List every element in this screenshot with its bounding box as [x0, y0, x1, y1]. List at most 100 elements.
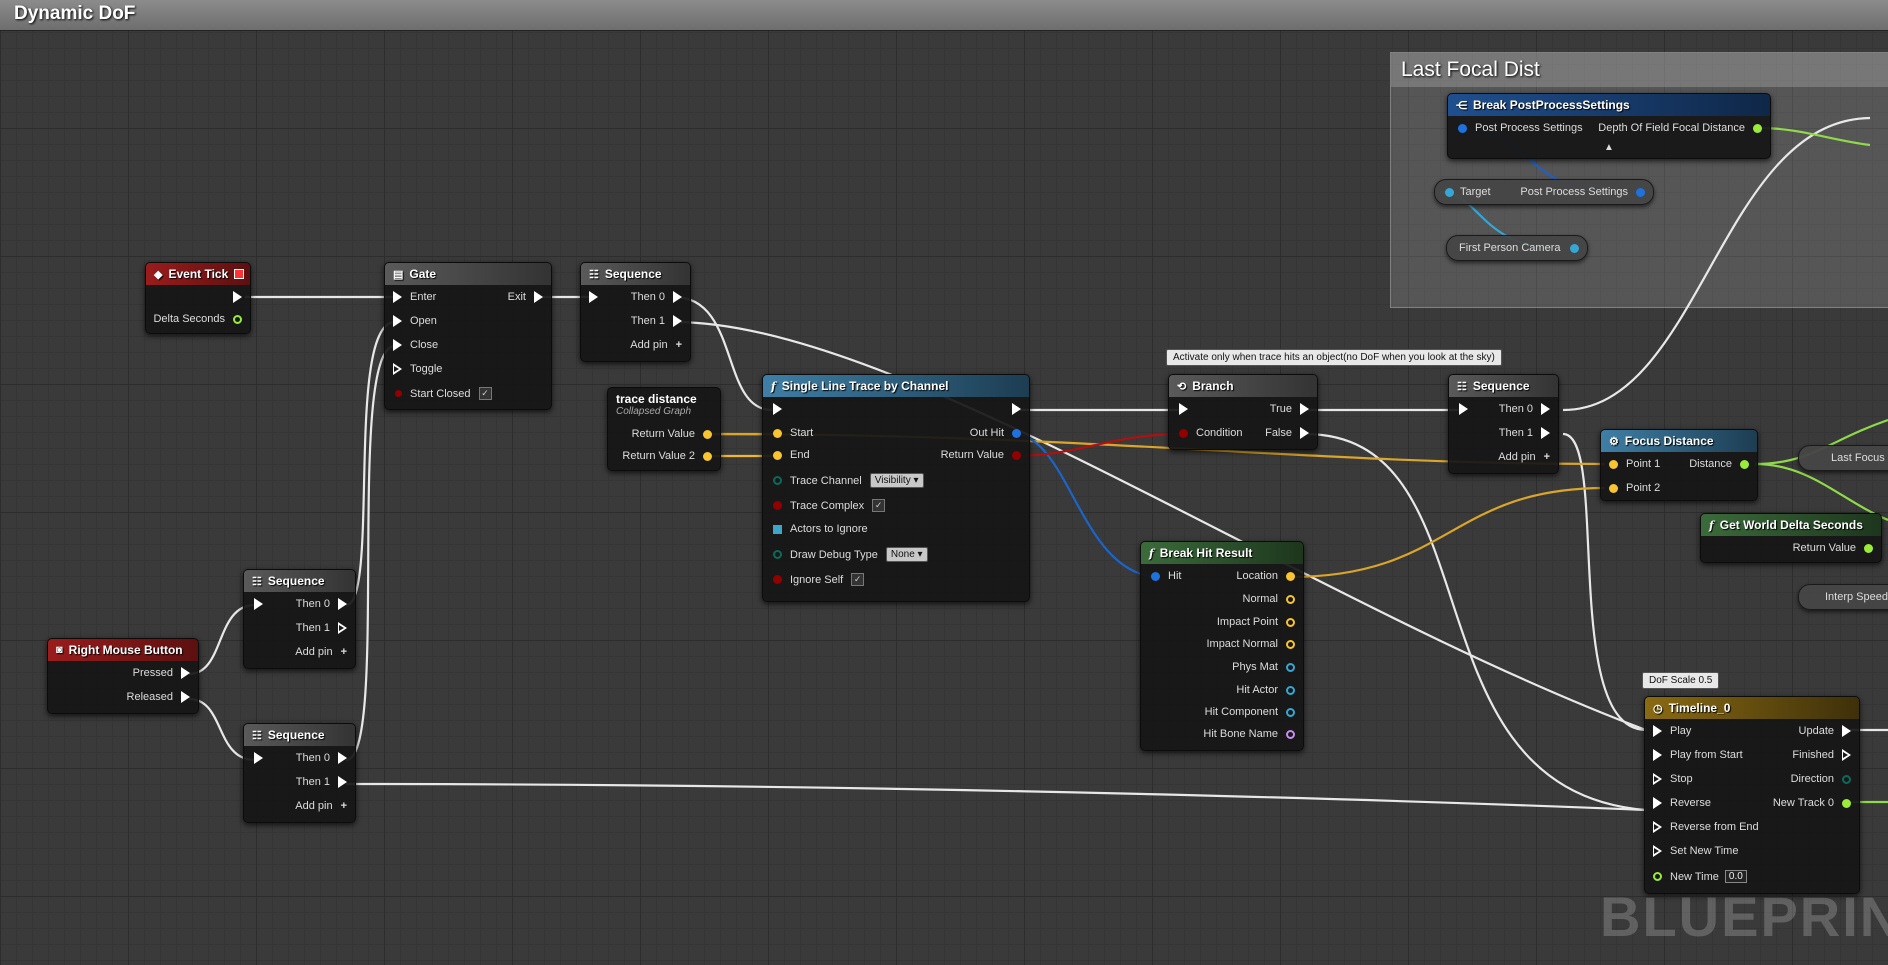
expand-arrow-icon[interactable]: ▲: [1604, 142, 1614, 153]
event-delegate-icon[interactable]: [234, 269, 244, 279]
pin-trace-channel[interactable]: Trace Channel Visibility: [773, 473, 924, 488]
node-break-hit-result[interactable]: f Break Hit Result Hit Location Normal Im…: [1140, 541, 1304, 751]
node-break-postprocess-settings[interactable]: ⋲ Break PostProcessSettings Post Process …: [1447, 93, 1771, 159]
pin-end[interactable]: End: [773, 449, 810, 461]
pin-depth-of-field-focal-distance[interactable]: Depth Of Field Focal Distance: [1598, 122, 1762, 134]
pin-exec-in[interactable]: [773, 403, 782, 415]
pin-then1[interactable]: Then 1: [1499, 427, 1550, 439]
pin-true[interactable]: True: [1270, 403, 1309, 415]
pin-play-from-start[interactable]: Play from Start: [1653, 749, 1743, 761]
pin-label: Return Value: [631, 428, 695, 440]
pin-exit[interactable]: Exit: [508, 291, 543, 303]
add-pin-button[interactable]: Add pin +: [295, 646, 347, 658]
node-line-trace-by-channel[interactable]: f Single Line Trace by Channel Start End …: [762, 374, 1030, 602]
blueprint-graph-canvas[interactable]: Dynamic DoF Last Focal Dist ◆ Event Tick…: [0, 0, 1888, 965]
pin-start-closed[interactable]: Start Closed ✓: [395, 387, 492, 400]
pin-delta-seconds[interactable]: Delta Seconds: [153, 313, 242, 325]
pin-exec-in[interactable]: [254, 752, 263, 764]
pin-actors-to-ignore[interactable]: Actors to Ignore: [773, 523, 868, 535]
pin-then1[interactable]: Then 1: [296, 776, 347, 788]
pin-trace-complex[interactable]: Trace Complex ✓: [773, 499, 886, 512]
pin-phys-mat[interactable]: Phys Mat: [1232, 661, 1295, 673]
node-branch[interactable]: ⟲ Branch Condition True False: [1168, 374, 1318, 450]
var-interp-speed[interactable]: Interp Speed: [1798, 584, 1888, 610]
pin-finished[interactable]: Finished: [1792, 749, 1851, 761]
pin-direction[interactable]: Direction: [1791, 773, 1851, 785]
node-title: Focus Distance: [1624, 434, 1714, 448]
pin-new-time[interactable]: New Time 0.0: [1653, 870, 1747, 883]
trace-channel-dropdown[interactable]: Visibility: [869, 473, 924, 488]
node-sequence-bottom[interactable]: ☷ Sequence Then 0 Then 1 Add pin +: [243, 723, 356, 823]
pin-reverse[interactable]: Reverse: [1653, 797, 1711, 809]
pin-return-value-2[interactable]: Return Value 2: [622, 450, 712, 462]
node-timeline[interactable]: ◷ Timeline_0 Play Play from Start Stop Re…: [1644, 696, 1860, 894]
pin-exec-out[interactable]: [233, 291, 242, 303]
node-right-mouse-button[interactable]: ◙ Right Mouse Button Pressed Released: [47, 638, 199, 714]
pin-then0[interactable]: Then 0: [296, 752, 347, 764]
start-closed-checkbox[interactable]: ✓: [478, 387, 492, 400]
pin-normal[interactable]: Normal: [1243, 593, 1295, 605]
pin-post-process-settings[interactable]: Post Process Settings: [1458, 122, 1583, 134]
node-gate[interactable]: ▤ Gate Enter Open Close Toggle Start Clo…: [384, 262, 552, 410]
pin-enter[interactable]: Enter: [393, 291, 436, 303]
pin-exec-in[interactable]: [589, 291, 598, 303]
new-time-value-field[interactable]: 0.0: [1724, 870, 1747, 883]
pin-then0[interactable]: Then 0: [631, 291, 682, 303]
pin-hit-bone-name[interactable]: Hit Bone Name: [1203, 728, 1295, 740]
pin-then1[interactable]: Then 1: [296, 622, 347, 634]
draw-debug-dropdown[interactable]: None: [885, 547, 928, 562]
pin-then0[interactable]: Then 0: [296, 598, 347, 610]
node-sequence-mid[interactable]: ☷ Sequence Then 0 Then 1 Add pin +: [243, 569, 356, 669]
node-focus-distance[interactable]: ⚙ Focus Distance Point 1 Point 2 Distance: [1600, 429, 1758, 501]
pin-ignore-self[interactable]: Ignore Self ✓: [773, 573, 865, 586]
pin-impact-point[interactable]: Impact Point: [1217, 616, 1295, 628]
pin-return-value[interactable]: Return Value: [1793, 542, 1873, 554]
pin-stop[interactable]: Stop: [1653, 773, 1693, 785]
pin-released[interactable]: Released: [127, 691, 190, 703]
pin-pressed[interactable]: Pressed: [133, 667, 190, 679]
var-last-focus[interactable]: Last Focus: [1798, 445, 1888, 471]
pin-then0[interactable]: Then 0: [1499, 403, 1550, 415]
pin-toggle[interactable]: Toggle: [393, 363, 442, 375]
pin-false[interactable]: False: [1265, 427, 1309, 439]
pin-return-value[interactable]: Return Value: [632, 428, 712, 440]
pin-condition[interactable]: Condition: [1179, 427, 1242, 439]
node-sequence-right[interactable]: ☷ Sequence Then 0 Then 1 Add pin +: [1448, 374, 1559, 474]
node-get-world-delta-seconds[interactable]: f Get World Delta Seconds Return Value: [1700, 513, 1882, 563]
pin-location[interactable]: Location: [1236, 570, 1295, 582]
pin-close[interactable]: Close: [393, 339, 438, 351]
pin-hit-component[interactable]: Hit Component: [1205, 706, 1295, 718]
ignore-self-checkbox[interactable]: ✓: [851, 573, 865, 586]
pin-draw-debug-type[interactable]: Draw Debug Type None: [773, 547, 928, 562]
pin-point1[interactable]: Point 1: [1609, 458, 1660, 470]
pin-distance[interactable]: Distance: [1689, 458, 1749, 470]
node-event-tick[interactable]: ◆ Event Tick Delta Seconds: [145, 262, 251, 334]
node-trace-distance[interactable]: trace distance Collapsed Graph Return Va…: [607, 387, 721, 471]
pin-point2[interactable]: Point 2: [1609, 482, 1660, 494]
pin-hit[interactable]: Hit: [1151, 570, 1181, 582]
pin-reverse-from-end[interactable]: Reverse from End: [1653, 821, 1759, 833]
pin-label: Depth Of Field Focal Distance: [1598, 122, 1745, 134]
pin-start[interactable]: Start: [773, 427, 813, 439]
pin-update[interactable]: Update: [1799, 725, 1851, 737]
pin-exec-out[interactable]: [1012, 403, 1021, 415]
trace-complex-checkbox[interactable]: ✓: [872, 499, 886, 512]
pin-new-track-0[interactable]: New Track 0: [1773, 797, 1851, 809]
pin-open[interactable]: Open: [393, 315, 437, 327]
pin-out-hit[interactable]: Out Hit: [970, 427, 1021, 439]
pin-exec-in[interactable]: [1179, 403, 1188, 415]
node-get-post-process-settings[interactable]: Target Post Process Settings: [1434, 179, 1654, 205]
pin-exec-in[interactable]: [1459, 403, 1468, 415]
pin-set-new-time[interactable]: Set New Time: [1653, 845, 1738, 857]
node-sequence-top[interactable]: ☷ Sequence Then 0 Then 1 Add pin +: [580, 262, 691, 362]
var-first-person-camera[interactable]: First Person Camera: [1446, 235, 1588, 261]
add-pin-button[interactable]: Add pin +: [1498, 451, 1550, 463]
add-pin-button[interactable]: Add pin +: [630, 339, 682, 351]
pin-return-value[interactable]: Return Value: [941, 449, 1021, 461]
pin-impact-normal[interactable]: Impact Normal: [1206, 638, 1295, 650]
pin-exec-in[interactable]: [254, 598, 263, 610]
pin-then1[interactable]: Then 1: [631, 315, 682, 327]
add-pin-button[interactable]: Add pin +: [295, 800, 347, 812]
pin-hit-actor[interactable]: Hit Actor: [1236, 684, 1295, 696]
pin-play[interactable]: Play: [1653, 725, 1691, 737]
